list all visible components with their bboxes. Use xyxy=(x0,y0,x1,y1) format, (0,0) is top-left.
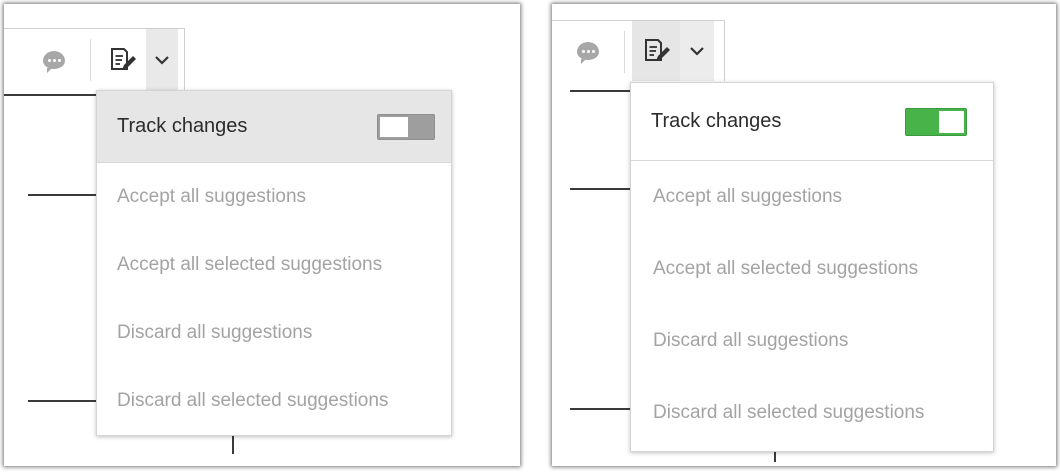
toggle-knob xyxy=(937,110,964,133)
comment-icon xyxy=(577,42,599,64)
track-changes-icon xyxy=(111,48,136,70)
panel-track-changes-off: Track changes Accept all suggestions Acc… xyxy=(4,4,520,466)
editor-toolbar xyxy=(4,28,185,91)
menu-item-discard-all: Discard all suggestions xyxy=(117,322,313,343)
track-changes-menu: Track changes Accept all suggestions Acc… xyxy=(96,90,452,436)
track-changes-row[interactable]: Track changes xyxy=(631,83,993,161)
comment-icon xyxy=(43,51,65,73)
track-changes-row[interactable]: Track changes xyxy=(97,91,451,163)
track-changes-button[interactable] xyxy=(98,29,146,91)
panel-track-changes-on: Track changes Accept all suggestions Acc… xyxy=(552,4,1056,466)
editor-toolbar xyxy=(552,20,725,81)
document-line xyxy=(28,400,98,402)
document-tick xyxy=(232,434,234,454)
document-line xyxy=(570,90,632,92)
document-line xyxy=(4,94,98,96)
track-changes-label: Track changes xyxy=(117,115,248,137)
chevron-down-icon xyxy=(155,56,169,65)
screenshot-stage: Track changes Accept all suggestions Acc… xyxy=(0,0,1060,472)
document-line xyxy=(570,408,632,410)
menu-item-accept-all: Accept all suggestions xyxy=(117,186,307,207)
track-changes-menu: Track changes Accept all suggestions Acc… xyxy=(630,82,994,452)
toggle-knob xyxy=(380,116,408,137)
document-line xyxy=(28,194,98,196)
chevron-down-icon xyxy=(690,47,704,56)
track-changes-dropdown-button[interactable] xyxy=(146,29,178,91)
comments-button[interactable] xyxy=(32,29,76,91)
menu-item-accept-selected: Accept all selected suggestions xyxy=(117,254,383,275)
menu-item-discard-selected[interactable]: Discard all selected suggestions xyxy=(631,377,993,449)
track-changes-icon xyxy=(645,39,670,61)
menu-item-accept-all[interactable]: Accept all suggestions xyxy=(631,161,993,233)
toolbar-separator xyxy=(624,31,625,73)
menu-item-accept-selected[interactable]: Accept all selected suggestions xyxy=(631,233,993,305)
track-changes-toggle[interactable] xyxy=(905,107,967,136)
track-changes-button[interactable] xyxy=(632,21,680,81)
track-changes-label: Track changes xyxy=(651,110,782,132)
toolbar-separator xyxy=(90,39,91,81)
comments-button[interactable] xyxy=(566,21,610,81)
menu-item-discard-all[interactable]: Discard all suggestions xyxy=(631,305,993,377)
track-changes-toggle[interactable] xyxy=(377,113,435,140)
menu-item-discard-selected: Discard all selected suggestions xyxy=(117,390,389,411)
track-changes-dropdown-button[interactable] xyxy=(680,21,714,81)
document-line xyxy=(570,188,632,190)
